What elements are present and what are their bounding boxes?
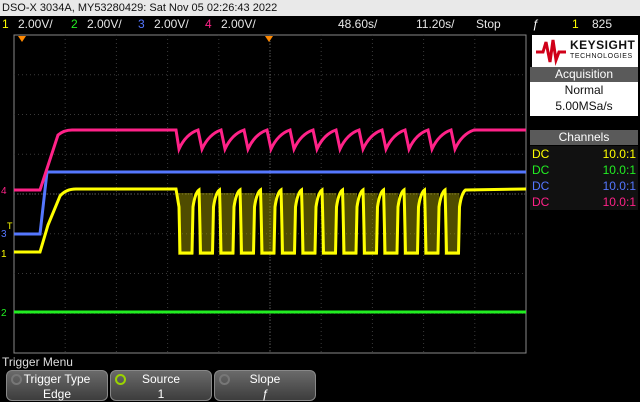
ch2-ground-marker[interactable]: 2 (1, 308, 7, 319)
brand-subtitle: TECHNOLOGIES (570, 53, 633, 60)
svg-text:1: 1 (1, 249, 7, 260)
channel-probe: 10.0:1 (602, 195, 636, 209)
keysight-wave-icon (536, 39, 566, 66)
ch1-scale[interactable]: 2.00V/ (18, 16, 53, 33)
timebase-scale[interactable]: 48.60s/ (338, 16, 377, 33)
time-reference-marker[interactable] (265, 36, 273, 42)
right-panel: KEYSIGHT TECHNOLOGIES Acquisition Normal… (528, 33, 640, 355)
trigger-type-softkey[interactable]: Trigger Type Edge (6, 370, 108, 401)
status-bar: 1 2.00V/ 2 2.00V/ 3 2.00V/ 4 2.00V/ 48.6… (0, 16, 640, 33)
menu-title: Trigger Menu (2, 355, 73, 369)
trigger-edge-icon: ƒ (532, 17, 539, 31)
channel-coupling: DC (532, 147, 550, 161)
channels-header: Channels (530, 130, 638, 145)
channel-coupling: DC (532, 179, 550, 193)
ch4-scale[interactable]: 2.00V/ (221, 16, 256, 33)
channel-probe: 10.0:1 (602, 147, 636, 161)
slope-softkey[interactable]: Slope ƒ (214, 370, 316, 401)
ch1-number[interactable]: 1 (2, 16, 9, 33)
channels-list[interactable]: DC 10.0:1 DC 10.0:1 DC 10.0:1 DC 10.0:1 (530, 146, 638, 212)
softkey-bar: Trigger Menu Trigger Type Edge Source 1 … (0, 355, 640, 402)
svg-text:2: 2 (1, 308, 7, 319)
trigger-level-marker[interactable]: T (7, 221, 13, 231)
trigger-level[interactable]: 825 (592, 16, 612, 33)
ch4-trace (14, 128, 526, 192)
svg-text:T: T (7, 221, 13, 231)
acquisition-header: Acquisition (530, 67, 638, 82)
softkey-label: Source (141, 372, 181, 386)
channel-coupling: DC (532, 195, 550, 209)
acquisition-mode: Normal (564, 83, 604, 97)
trigger-position-marker[interactable] (18, 36, 26, 42)
channel-row[interactable]: DC 10.0:1 (530, 178, 638, 194)
channel-probe: 10.0:1 (602, 179, 636, 193)
timebase-delay[interactable]: 11.20s/ (416, 16, 454, 33)
channel-coupling: DC (532, 163, 550, 177)
brand-name: KEYSIGHT (570, 38, 636, 52)
window-title: DSO-X 3034A, MY53280429: Sat Nov 05 02:2… (0, 0, 640, 16)
trigger-source[interactable]: 1 (572, 16, 579, 33)
ch4-ground-marker[interactable]: 4 (1, 186, 7, 197)
channel-row[interactable]: DC 10.0:1 (530, 146, 638, 162)
ch4-number[interactable]: 4 (205, 16, 212, 33)
acquisition-box[interactable]: Normal 5.00MSa/s (530, 82, 638, 116)
svg-text:4: 4 (1, 186, 7, 197)
softkey-label: Trigger Type (23, 372, 91, 386)
channel-probe: 10.0:1 (602, 163, 636, 177)
softkey-value: 1 (157, 387, 165, 401)
softkey-value: Edge (42, 387, 72, 401)
channel-row[interactable]: DC 10.0:1 (530, 194, 638, 210)
waveform-display[interactable]: 4 3 T 1 2 (0, 33, 528, 355)
ch2-number[interactable]: 2 (71, 16, 78, 33)
ch3-scale[interactable]: 2.00V/ (154, 16, 189, 33)
ch1-ground-marker[interactable]: 1 (1, 249, 7, 260)
ch3-number[interactable]: 3 (138, 16, 145, 33)
graticule: 4 3 T 1 2 (1, 34, 527, 354)
keysight-logo: KEYSIGHT TECHNOLOGIES (532, 35, 638, 67)
sample-rate: 5.00MSa/s (555, 99, 613, 113)
softkey-value: ƒ (261, 387, 269, 401)
softkey-label: Slope (249, 372, 281, 386)
source-softkey[interactable]: Source 1 (110, 370, 212, 401)
run-state: Stop (476, 17, 501, 31)
ch2-scale[interactable]: 2.00V/ (87, 16, 122, 33)
channel-row[interactable]: DC 10.0:1 (530, 162, 638, 178)
